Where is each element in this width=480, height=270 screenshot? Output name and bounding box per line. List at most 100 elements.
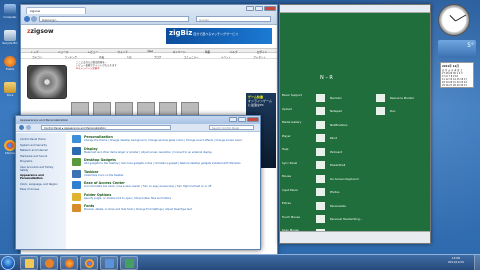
search-input[interactable]: Google (196, 16, 271, 22)
menu-item[interactable]: ウォッチ (117, 50, 127, 54)
subnav-item[interactable]: コミュニティ (184, 55, 199, 59)
close-button[interactable] (247, 117, 259, 122)
app-tile[interactable]: Notepad (316, 105, 362, 119)
taskbar-button-app[interactable] (120, 256, 138, 270)
desktop-icon-firefox[interactable]: Firefox (1, 56, 19, 71)
zigbiz-banner[interactable]: zigBiz 自分で選べるマッチングサービス (166, 28, 272, 44)
minimize-button[interactable] (229, 117, 237, 122)
back-button[interactable] (19, 125, 24, 130)
taskbar-button-firefox[interactable] (60, 256, 78, 270)
thumbnail[interactable] (159, 102, 177, 116)
menu-item[interactable]: ヘルプ (230, 50, 238, 54)
chrome-icon (84, 259, 94, 268)
forward-button[interactable] (26, 125, 31, 130)
app-label[interactable]: Music Support (282, 91, 302, 105)
show-desktop-button[interactable] (474, 255, 480, 270)
app-tile[interactable]: Pinboard (316, 145, 362, 159)
taskbar-button-chrome[interactable] (80, 256, 98, 270)
control-panel-icon (104, 259, 114, 268)
app-label[interactable]: Mouse (282, 172, 302, 186)
nav-item-network[interactable]: Network and Internet (20, 149, 62, 152)
product-image-hdd[interactable] (27, 65, 67, 99)
app-tiles-col2: Resource Monitor Run (376, 91, 414, 118)
browser-tab[interactable]: zigsow (26, 7, 86, 14)
clock-minute-hand (454, 14, 466, 22)
calendar-gadget[interactable]: 2011年 12月 日 月 火 水 木 金 土 27 28 29 30 1 2 … (440, 62, 474, 88)
menu-item[interactable]: トップ (31, 50, 39, 54)
desktop-icon-docs[interactable]: Docs (1, 82, 19, 97)
thumbnail[interactable] (137, 102, 155, 116)
nav-item-appearance[interactable]: Appearance and Personalization (20, 174, 62, 180)
desktop-icon-recycle-bin[interactable]: Recycle Bin (1, 30, 19, 45)
nav-item-hardware[interactable]: Hardware and Sound (20, 155, 62, 158)
site-logo[interactable]: zzigsow (27, 28, 73, 40)
app-tile[interactable]: Notifications (316, 118, 362, 132)
thumbnail[interactable] (71, 102, 89, 116)
app-tile[interactable]: Run (376, 105, 414, 119)
taskbar-button-control-panel[interactable] (100, 256, 118, 270)
app-tile[interactable]: Resource Monitor (376, 91, 414, 105)
start-button[interactable] (1, 256, 15, 270)
subnav-item[interactable]: ランキング (64, 55, 76, 59)
section-taskbar: Taskbar Customize icons on the taskbar (70, 169, 260, 178)
app-icon (316, 147, 325, 156)
nav-item-ease-of-access[interactable]: Ease of Access (20, 188, 62, 191)
weather-gadget[interactable]: 5° (438, 40, 476, 58)
url-bar[interactable]: zigsow.jp/... (39, 16, 189, 22)
weather-temp: 5° (467, 42, 474, 49)
menu-item[interactable]: マイページ (173, 50, 186, 54)
menu-item[interactable]: ニュース (58, 50, 68, 54)
menu-item[interactable]: Q&A (147, 50, 153, 53)
menu-item[interactable]: ログイン (257, 50, 267, 54)
window-controls (228, 117, 259, 122)
system-tray-clock[interactable]: 13:08 2011/12/10 (448, 256, 464, 264)
app-label[interactable]: Extras (282, 199, 302, 213)
nav-item-programs[interactable]: Programs (20, 160, 62, 163)
breadcrumb[interactable]: Control Panel ▸ Appearance and Personali… (41, 125, 171, 130)
taskbar-button-explorer[interactable] (20, 256, 38, 270)
subnav-item[interactable]: プレゼント (253, 55, 266, 59)
close-button[interactable] (264, 6, 276, 11)
app-label[interactable]: Media Gallery (282, 118, 302, 132)
nav-item-home[interactable]: Control Panel Home (20, 138, 62, 141)
nav-item-user-accounts[interactable]: User Accounts and Family Safety (20, 166, 62, 172)
maximize-button[interactable] (255, 6, 263, 11)
app-label[interactable]: Touch Mouse (282, 213, 302, 227)
window-controls (245, 6, 276, 11)
app-tile[interactable]: Personalize (316, 199, 362, 213)
forward-button[interactable] (31, 16, 37, 22)
app-tile[interactable]: PowerShell (316, 159, 362, 173)
subnav-item[interactable]: 新着 (99, 55, 104, 59)
app-label[interactable]: Upload (282, 105, 302, 119)
app-tile[interactable]: Narrator (316, 91, 362, 105)
subnav-item[interactable]: ブログ (154, 55, 162, 59)
desktop-icon-computer[interactable]: Computer (1, 4, 19, 19)
subnav-item[interactable]: イベント (221, 55, 231, 59)
app-icon (316, 201, 325, 210)
nav-item-system[interactable]: System and Security (20, 144, 62, 147)
thumbnail[interactable] (93, 102, 111, 116)
maximize-button[interactable] (238, 117, 246, 122)
app-label[interactable]: Player (282, 132, 302, 146)
menu-item[interactable]: 特集 (205, 50, 210, 54)
nav-item-clock[interactable]: Clock, Language, and Region (20, 183, 62, 186)
clock-gadget[interactable] (438, 4, 470, 36)
control-panel-titlebar[interactable]: Appearance and Personalization (16, 116, 260, 124)
thumbnail[interactable] (115, 102, 133, 116)
app-tile[interactable]: Photos (316, 186, 362, 200)
app-tile[interactable]: On-Screen Keyboard (316, 172, 362, 186)
thumbnail[interactable] (181, 102, 199, 116)
app-label[interactable]: Input Panel (282, 186, 302, 200)
taskbar-button-media[interactable] (40, 256, 58, 270)
back-button[interactable] (24, 16, 30, 22)
app-tile[interactable]: Personal Handwriting... (316, 213, 362, 227)
minimize-button[interactable] (246, 6, 254, 11)
subnav-item[interactable]: カテゴリ (32, 55, 42, 59)
app-tile[interactable]: Paint (316, 132, 362, 146)
menu-item[interactable]: レビュー (88, 50, 98, 54)
subnav-item[interactable]: 人気 (127, 55, 132, 59)
app-label[interactable]: Help (282, 145, 302, 159)
apps-window-toolbar (280, 5, 430, 13)
app-label[interactable]: Sync Panel (282, 159, 302, 173)
search-input[interactable]: Search Control Panel (209, 125, 254, 130)
